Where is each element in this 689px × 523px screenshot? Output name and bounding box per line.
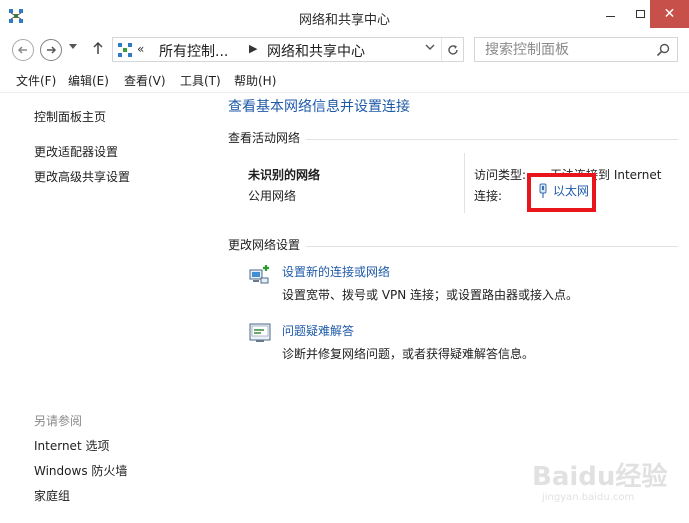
sidebar-link-control-panel-home[interactable]: 控制面板主页 [34,108,106,125]
menu-tools[interactable]: 工具(T) [180,72,221,89]
page-title: 查看基本网络信息并设置连接 [228,99,410,115]
minimize-button[interactable] [595,0,625,28]
forward-button[interactable] [40,39,62,61]
network-name: 未识别的网络 [248,168,321,182]
setup-connection-description: 设置宽带、拨号或 VPN 连接；或设置路由器或接入点。 [282,288,579,302]
breadcrumb-separator[interactable]: ▶ [249,42,257,55]
sidebar-link-homegroup[interactable]: 家庭组 [34,487,70,504]
control-panel-icon [118,43,132,57]
up-button[interactable] [92,41,104,59]
sidebar-link-adapter-settings[interactable]: 更改适配器设置 [34,143,118,160]
baidu-watermark: Baidu经验 jingyan.baidu.com [532,456,682,512]
sidebar-link-windows-firewall[interactable]: Windows 防火墙 [34,462,127,479]
troubleshoot-description: 诊断并修复网络问题，或者获得疑难解答信息。 [282,347,535,361]
watermark-text: Baidu经验 [532,462,668,492]
sidebar: 控制面板主页 更改适配器设置 更改高级共享设置 另请参阅 Internet 选项… [0,93,214,523]
close-icon: ✕ [663,6,676,22]
search-input[interactable] [475,38,655,61]
watermark-subtext: jingyan.baidu.com [542,492,635,503]
access-type-label: 访问类型: [474,168,527,182]
network-info-divider [464,153,465,213]
menu-view[interactable]: 查看(V) [124,72,166,89]
troubleshoot-icon [249,323,271,342]
arrow-up-icon [93,41,103,54]
minimize-icon [605,15,615,17]
menu-edit[interactable]: 编辑(E) [68,72,109,89]
refresh-button[interactable] [441,38,464,61]
search-icon[interactable] [655,42,671,58]
title-bar: 网络和共享中心 ✕ [0,0,689,34]
network-setup-icon [249,265,269,284]
breadcrumb-overflow[interactable]: « [137,42,144,56]
sidebar-link-advanced-sharing[interactable]: 更改高级共享设置 [34,168,130,185]
arrow-right-icon [47,46,57,54]
ethernet-connection-link[interactable]: 以太网 [553,182,589,199]
change-settings-heading: 更改网络设置 [228,238,301,252]
active-networks-heading: 查看活动网络 [228,131,301,145]
back-button[interactable] [12,39,34,61]
menu-file[interactable]: 文件(F) [16,72,56,89]
recent-locations-button[interactable] [69,43,77,52]
window-title: 网络和共享中心 [298,13,390,28]
address-dropdown-button[interactable] [425,44,435,54]
arrow-left-icon [17,46,27,54]
connections-label: 连接: [474,189,503,203]
setup-connection-link[interactable]: 设置新的连接或网络 [282,263,390,280]
troubleshoot-link[interactable]: 问题疑难解答 [282,322,354,339]
search-box[interactable] [474,37,678,62]
address-bar[interactable]: « 所有控制... ▶ 网络和共享中心 [112,37,464,62]
address-row: « 所有控制... ▶ 网络和共享中心 [0,36,689,64]
section-divider [306,246,678,247]
chevron-down-icon [425,44,435,50]
menu-bar: 文件(F) 编辑(E) 查看(V) 工具(T) 帮助(H) [0,70,689,90]
ethernet-icon [539,183,547,198]
menu-help[interactable]: 帮助(H) [234,72,276,89]
section-divider [306,139,678,140]
maximize-icon [635,10,645,18]
chevron-down-icon [69,44,77,49]
breadcrumb-all-control-panel[interactable]: 所有控制... [159,41,228,61]
see-also-heading: 另请参阅 [34,414,83,428]
breadcrumb-network-center[interactable]: 网络和共享中心 [267,41,365,61]
close-button[interactable]: ✕ [650,0,689,28]
network-type: 公用网络 [248,189,297,203]
connection-highlight-box: 以太网 [527,173,596,212]
refresh-icon [448,44,458,55]
sidebar-link-internet-options[interactable]: Internet 选项 [34,437,109,454]
